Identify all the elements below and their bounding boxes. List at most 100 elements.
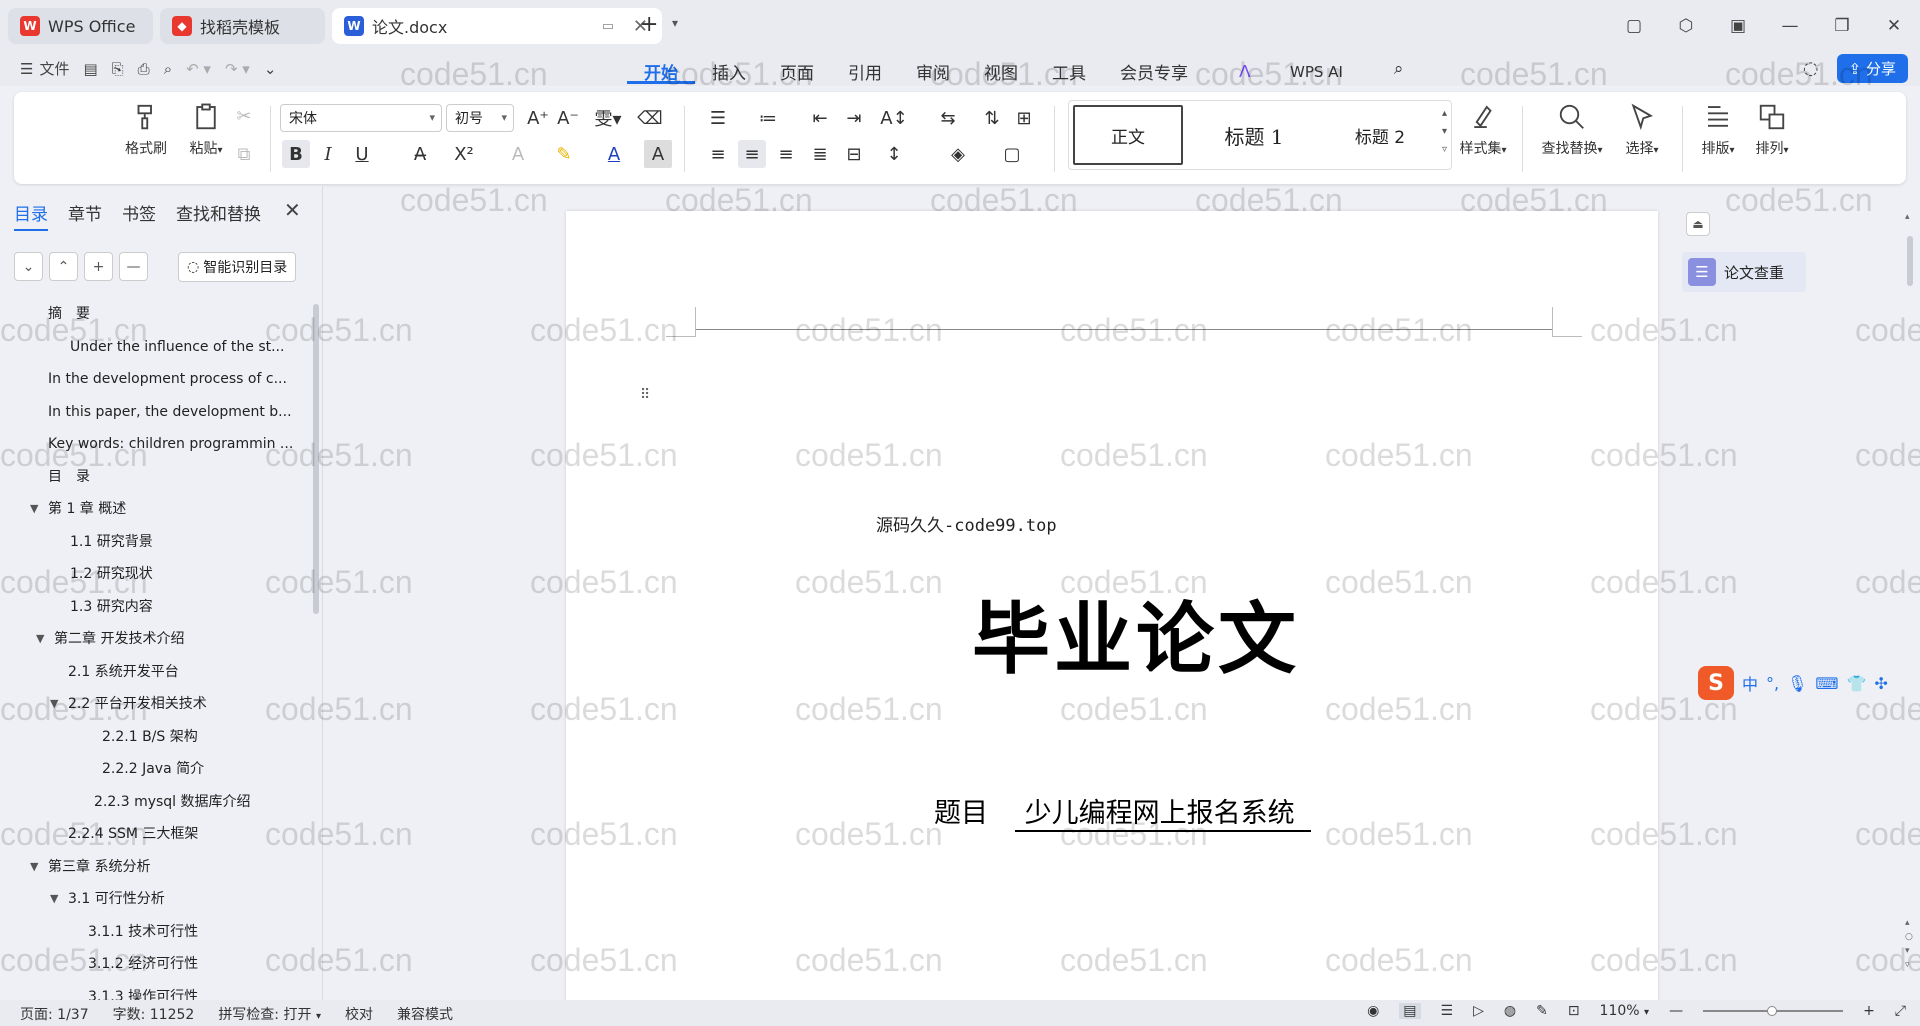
fit-icon[interactable]: ⊡	[1568, 1003, 1580, 1019]
phonetic-icon[interactable]: 雯▾	[588, 104, 628, 132]
toc-item[interactable]: 1.3 研究内容	[70, 591, 153, 623]
share-button[interactable]: ⇪ 分享	[1836, 54, 1908, 83]
justify-icon[interactable]: ≣	[806, 140, 834, 168]
tab-tools[interactable]: 工具	[1035, 56, 1103, 84]
nav-tab-bookmarks[interactable]: 书签	[122, 200, 156, 231]
toc-item[interactable]: 2.2.4 SSM 三大框架	[68, 818, 198, 850]
print-icon[interactable]: ⎙	[138, 60, 150, 78]
numbered-list-icon[interactable]: ≔	[754, 104, 782, 132]
italic-icon[interactable]: I	[314, 140, 342, 168]
text-effect-icon[interactable]: A	[504, 140, 532, 168]
style-heading-2[interactable]: 标题 2	[1325, 105, 1435, 165]
tab-view[interactable]: 视图	[967, 56, 1035, 84]
tab-insert[interactable]: 插入	[695, 56, 763, 84]
menu-icon[interactable]: ☰	[20, 60, 33, 78]
style-normal[interactable]: 正文	[1073, 105, 1183, 165]
page-view-icon[interactable]: ▤	[1399, 1003, 1421, 1019]
tab-wps-office[interactable]: W WPS Office	[8, 8, 153, 44]
line-spacing-icon[interactable]: ↕	[880, 140, 908, 168]
superscript-icon[interactable]: X²	[450, 140, 478, 168]
nav-tab-chapters[interactable]: 章节	[68, 200, 102, 231]
font-family-select[interactable]: 宋体 ▾	[280, 104, 442, 132]
undo-icon[interactable]: ↶ ▾	[186, 60, 211, 78]
show-marks-icon[interactable]: ⊞	[1010, 104, 1038, 132]
smart-toc-button[interactable]: ◌ 智能识别目录	[178, 252, 297, 282]
sogou-logo-icon[interactable]: S	[1698, 666, 1734, 700]
minimize-button[interactable]: —	[1764, 16, 1816, 36]
toc-item[interactable]: 第 1 章 概述	[48, 493, 126, 525]
strikethrough-icon[interactable]: A̶	[406, 140, 434, 168]
web-view-icon[interactable]: ◍	[1504, 1003, 1516, 1019]
file-menu[interactable]: 文件	[39, 58, 69, 79]
ime-lang[interactable]: 中	[1742, 671, 1758, 695]
collapse-panel-icon[interactable]: ⏏	[1686, 212, 1710, 236]
document-page[interactable]: ⠿ 源码久久-code99.top 毕业论文 题目 少儿编程网上报名系统	[566, 211, 1658, 1006]
restore-button[interactable]: ❐	[1816, 16, 1868, 36]
toc-item[interactable]: Key words: children programmin ...	[48, 428, 293, 460]
toc-item[interactable]: 第三章 系统分析	[48, 851, 150, 883]
shading-icon[interactable]: ◈	[944, 140, 972, 168]
grid-icon[interactable]: ✣	[1874, 674, 1887, 693]
paper-check-button[interactable]: ☰ 论文查重	[1682, 252, 1806, 292]
distribute-icon[interactable]: ⊟	[840, 140, 868, 168]
expand-down-icon[interactable]: ⌄	[14, 252, 43, 281]
keyboard-icon[interactable]: ⌨	[1815, 674, 1838, 693]
more-chevron-icon[interactable]: ⌄	[264, 60, 277, 78]
tab-review[interactable]: 审阅	[899, 56, 967, 84]
increase-indent-icon[interactable]: ⇥	[840, 104, 868, 132]
highlight-icon[interactable]: ✎	[550, 140, 578, 168]
toc-expand-icon[interactable]: ▼	[30, 493, 38, 525]
zoom-slider[interactable]	[1703, 1006, 1844, 1016]
cube-icon[interactable]: ⬡	[1660, 16, 1712, 36]
avatar[interactable]: ▣	[1712, 16, 1764, 36]
toc-item[interactable]: 2.2.2 Java 简介	[102, 753, 204, 785]
toc-expand-icon[interactable]: ▼	[30, 851, 38, 883]
close-window-button[interactable]: ✕	[1868, 16, 1920, 36]
scroll-up-icon[interactable]: ▴	[1905, 212, 1910, 222]
nav-tab-find[interactable]: 查找和替换	[176, 200, 261, 231]
zoom-out-icon[interactable]: —	[1669, 1003, 1683, 1019]
toc-item[interactable]: Under the influence of the st...	[70, 331, 284, 363]
tab-document[interactable]: W 论文.docx ▭ ✕	[332, 8, 662, 44]
nav-tab-toc[interactable]: 目录	[14, 200, 48, 231]
char-shading-icon[interactable]: A	[644, 140, 672, 168]
toc-item[interactable]: 3.1.1 技术可行性	[88, 916, 198, 948]
toc-expand-icon[interactable]: ▼	[50, 688, 58, 720]
find-replace-button[interactable]: 查找替换▾	[1534, 92, 1610, 158]
toc-expand-icon[interactable]: ▼	[36, 623, 44, 655]
spell-check[interactable]: 拼写检查: 打开 ▾	[218, 1004, 321, 1024]
page-indicator[interactable]: 页面: 1/37	[20, 1004, 89, 1024]
redo-icon[interactable]: ↷ ▾	[225, 60, 250, 78]
copy-icon[interactable]: ⧉	[230, 140, 258, 168]
align-left-icon[interactable]: ≡	[704, 140, 732, 168]
arrange-button[interactable]: 排列▾	[1746, 92, 1798, 158]
prev-page-icon[interactable]: ▴ ○ ▾ ▿	[1905, 916, 1913, 972]
document-scrollbar[interactable]: ▴ ▴ ○ ▾ ▿	[1904, 196, 1916, 996]
toc-item[interactable]: 2.2.3 mysql 数据库介绍	[94, 786, 251, 818]
toc-item[interactable]: 3.1 可行性分析	[68, 883, 165, 915]
toc-item[interactable]: 1.1 研究背景	[70, 526, 153, 558]
punctuation-icon[interactable]: °,	[1766, 674, 1779, 693]
zoom-level[interactable]: 110% ▾	[1600, 1003, 1650, 1019]
zoom-knob[interactable]	[1767, 1006, 1778, 1016]
remove-icon[interactable]: —	[119, 252, 148, 281]
bold-icon[interactable]: B	[282, 140, 310, 168]
align-right-icon[interactable]: ≡	[772, 140, 800, 168]
tab-page[interactable]: 页面	[763, 56, 831, 84]
style-heading-1[interactable]: 标题 1	[1199, 105, 1309, 165]
sort-icon[interactable]: ⇆	[934, 104, 962, 132]
shrink-font-icon[interactable]: A⁻	[554, 104, 582, 132]
save-icon[interactable]: ▤	[83, 60, 97, 78]
layout-button[interactable]: 排版▾	[1692, 92, 1744, 158]
outline-view-icon[interactable]: ☰	[1441, 1003, 1454, 1019]
print-preview-icon[interactable]: ⌕	[164, 60, 172, 78]
new-tab-button[interactable]: +	[640, 12, 658, 37]
drag-handle-icon[interactable]: ⠿	[640, 387, 650, 403]
paste-button[interactable]: 粘贴▾	[178, 92, 234, 158]
zoom-in-icon[interactable]: +	[1863, 1003, 1875, 1019]
tablet-icon[interactable]: ▢	[1608, 16, 1660, 36]
toc-expand-icon[interactable]: ▼	[50, 883, 58, 915]
font-color-icon[interactable]: A	[600, 140, 628, 168]
chat-icon[interactable]: ◌	[1803, 58, 1819, 79]
chevron-down-icon[interactable]: ▾	[672, 16, 678, 30]
